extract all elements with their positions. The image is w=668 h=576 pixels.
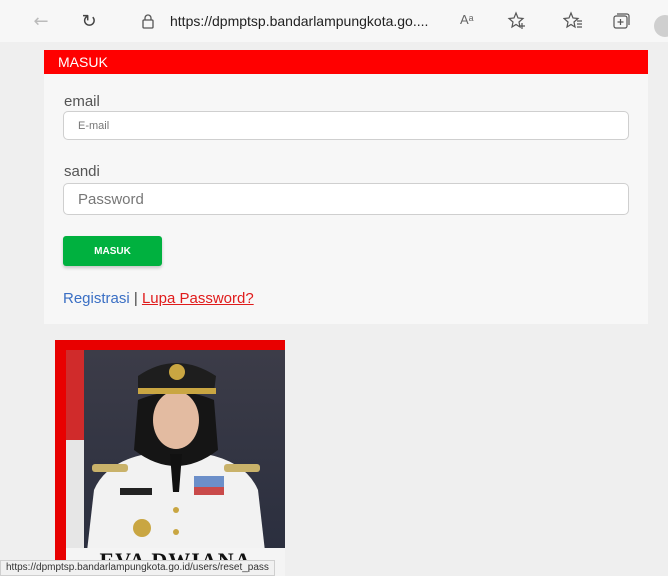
login-header: MASUK <box>44 50 648 74</box>
submit-button[interactable]: MASUK <box>63 236 162 266</box>
portrait-figure <box>86 363 266 560</box>
url-text[interactable]: https://dpmptsp.bandarlampungkota.go.... <box>170 13 428 29</box>
reload-icon[interactable]: ↻ <box>74 0 104 42</box>
address-bar[interactable]: https://dpmptsp.bandarlampungkota.go.... <box>120 6 540 36</box>
email-input[interactable]: E-mail <box>63 111 629 140</box>
browser-toolbar: ← ↻ https://dpmptsp.bandarlampungkota.go… <box>0 0 668 42</box>
email-label: email <box>64 93 100 110</box>
status-bar-url: https://dpmptsp.bandarlampungkota.go.id/… <box>0 560 275 576</box>
link-separator: | <box>133 290 138 307</box>
add-favorite-icon[interactable] <box>502 0 532 42</box>
collections-icon[interactable] <box>606 0 636 42</box>
profile-avatar[interactable] <box>654 15 668 37</box>
lock-icon[interactable] <box>136 13 160 29</box>
register-link[interactable]: Registrasi <box>63 290 130 307</box>
password-input[interactable]: Password <box>63 183 629 215</box>
login-card: MASUK email E-mail sandi Password MASUK … <box>44 50 648 324</box>
auth-links: Registrasi | Lupa Password? <box>63 290 254 307</box>
forgot-password-link[interactable]: Lupa Password? <box>142 290 254 307</box>
favorites-icon[interactable] <box>558 0 588 42</box>
password-label: sandi <box>64 163 100 180</box>
official-portrait-banner: EVA DWIANA <box>55 340 285 576</box>
back-arrow-icon[interactable]: ← <box>26 0 56 42</box>
read-aloud-icon[interactable]: Aᵃ <box>460 12 474 27</box>
portrait-photo <box>66 350 285 560</box>
